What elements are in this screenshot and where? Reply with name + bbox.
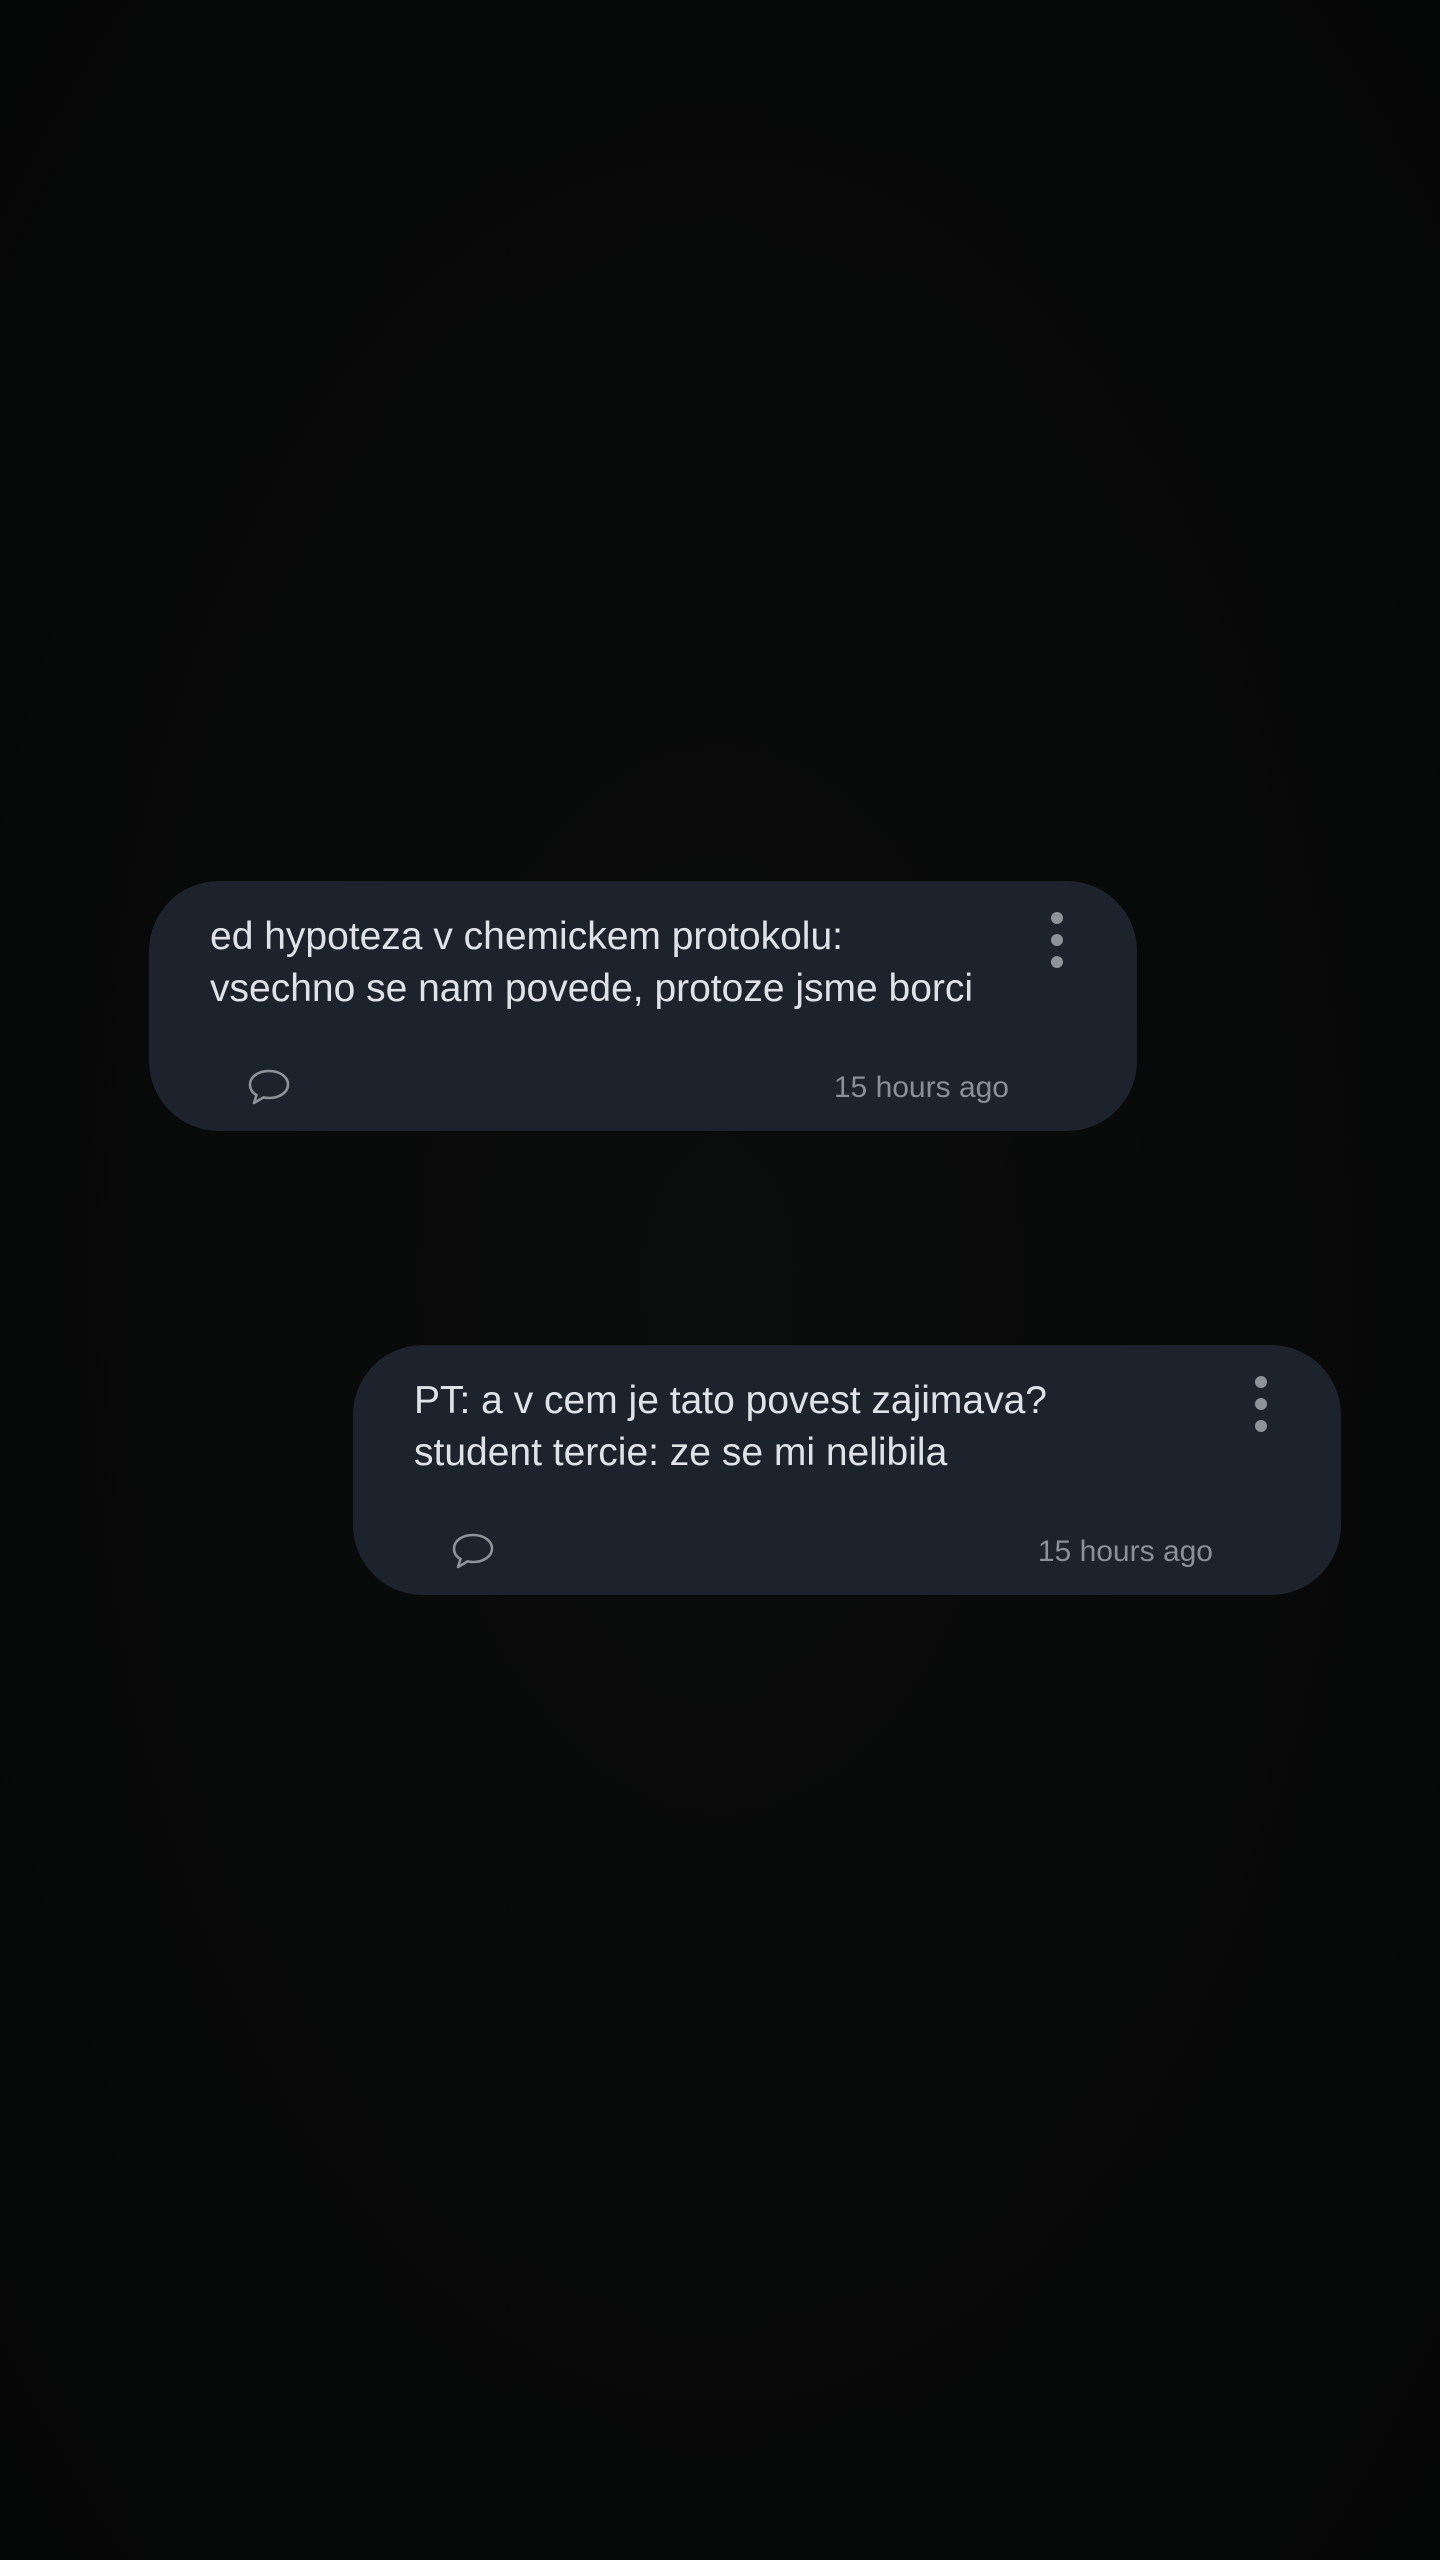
note-text: ed hypoteza v chemickem protokolu: vsech… <box>210 915 974 1010</box>
note-card[interactable]: ed hypoteza v chemickem protokolu: vsech… <box>149 881 1137 1131</box>
more-options-icon[interactable] <box>1045 911 1069 969</box>
comment-icon[interactable] <box>451 1532 495 1570</box>
note-text: PT: a v cem je tato povest zajimava? stu… <box>414 1379 1047 1474</box>
comment-icon[interactable] <box>247 1068 291 1106</box>
note-card[interactable]: PT: a v cem je tato povest zajimava? stu… <box>353 1345 1341 1595</box>
note-timestamp: 15 hours ago <box>833 1071 1009 1104</box>
note-timestamp: 15 hours ago <box>1037 1535 1213 1568</box>
more-options-icon[interactable] <box>1249 1375 1273 1433</box>
screen: ed hypoteza v chemickem protokolu: vsech… <box>0 0 1440 2560</box>
